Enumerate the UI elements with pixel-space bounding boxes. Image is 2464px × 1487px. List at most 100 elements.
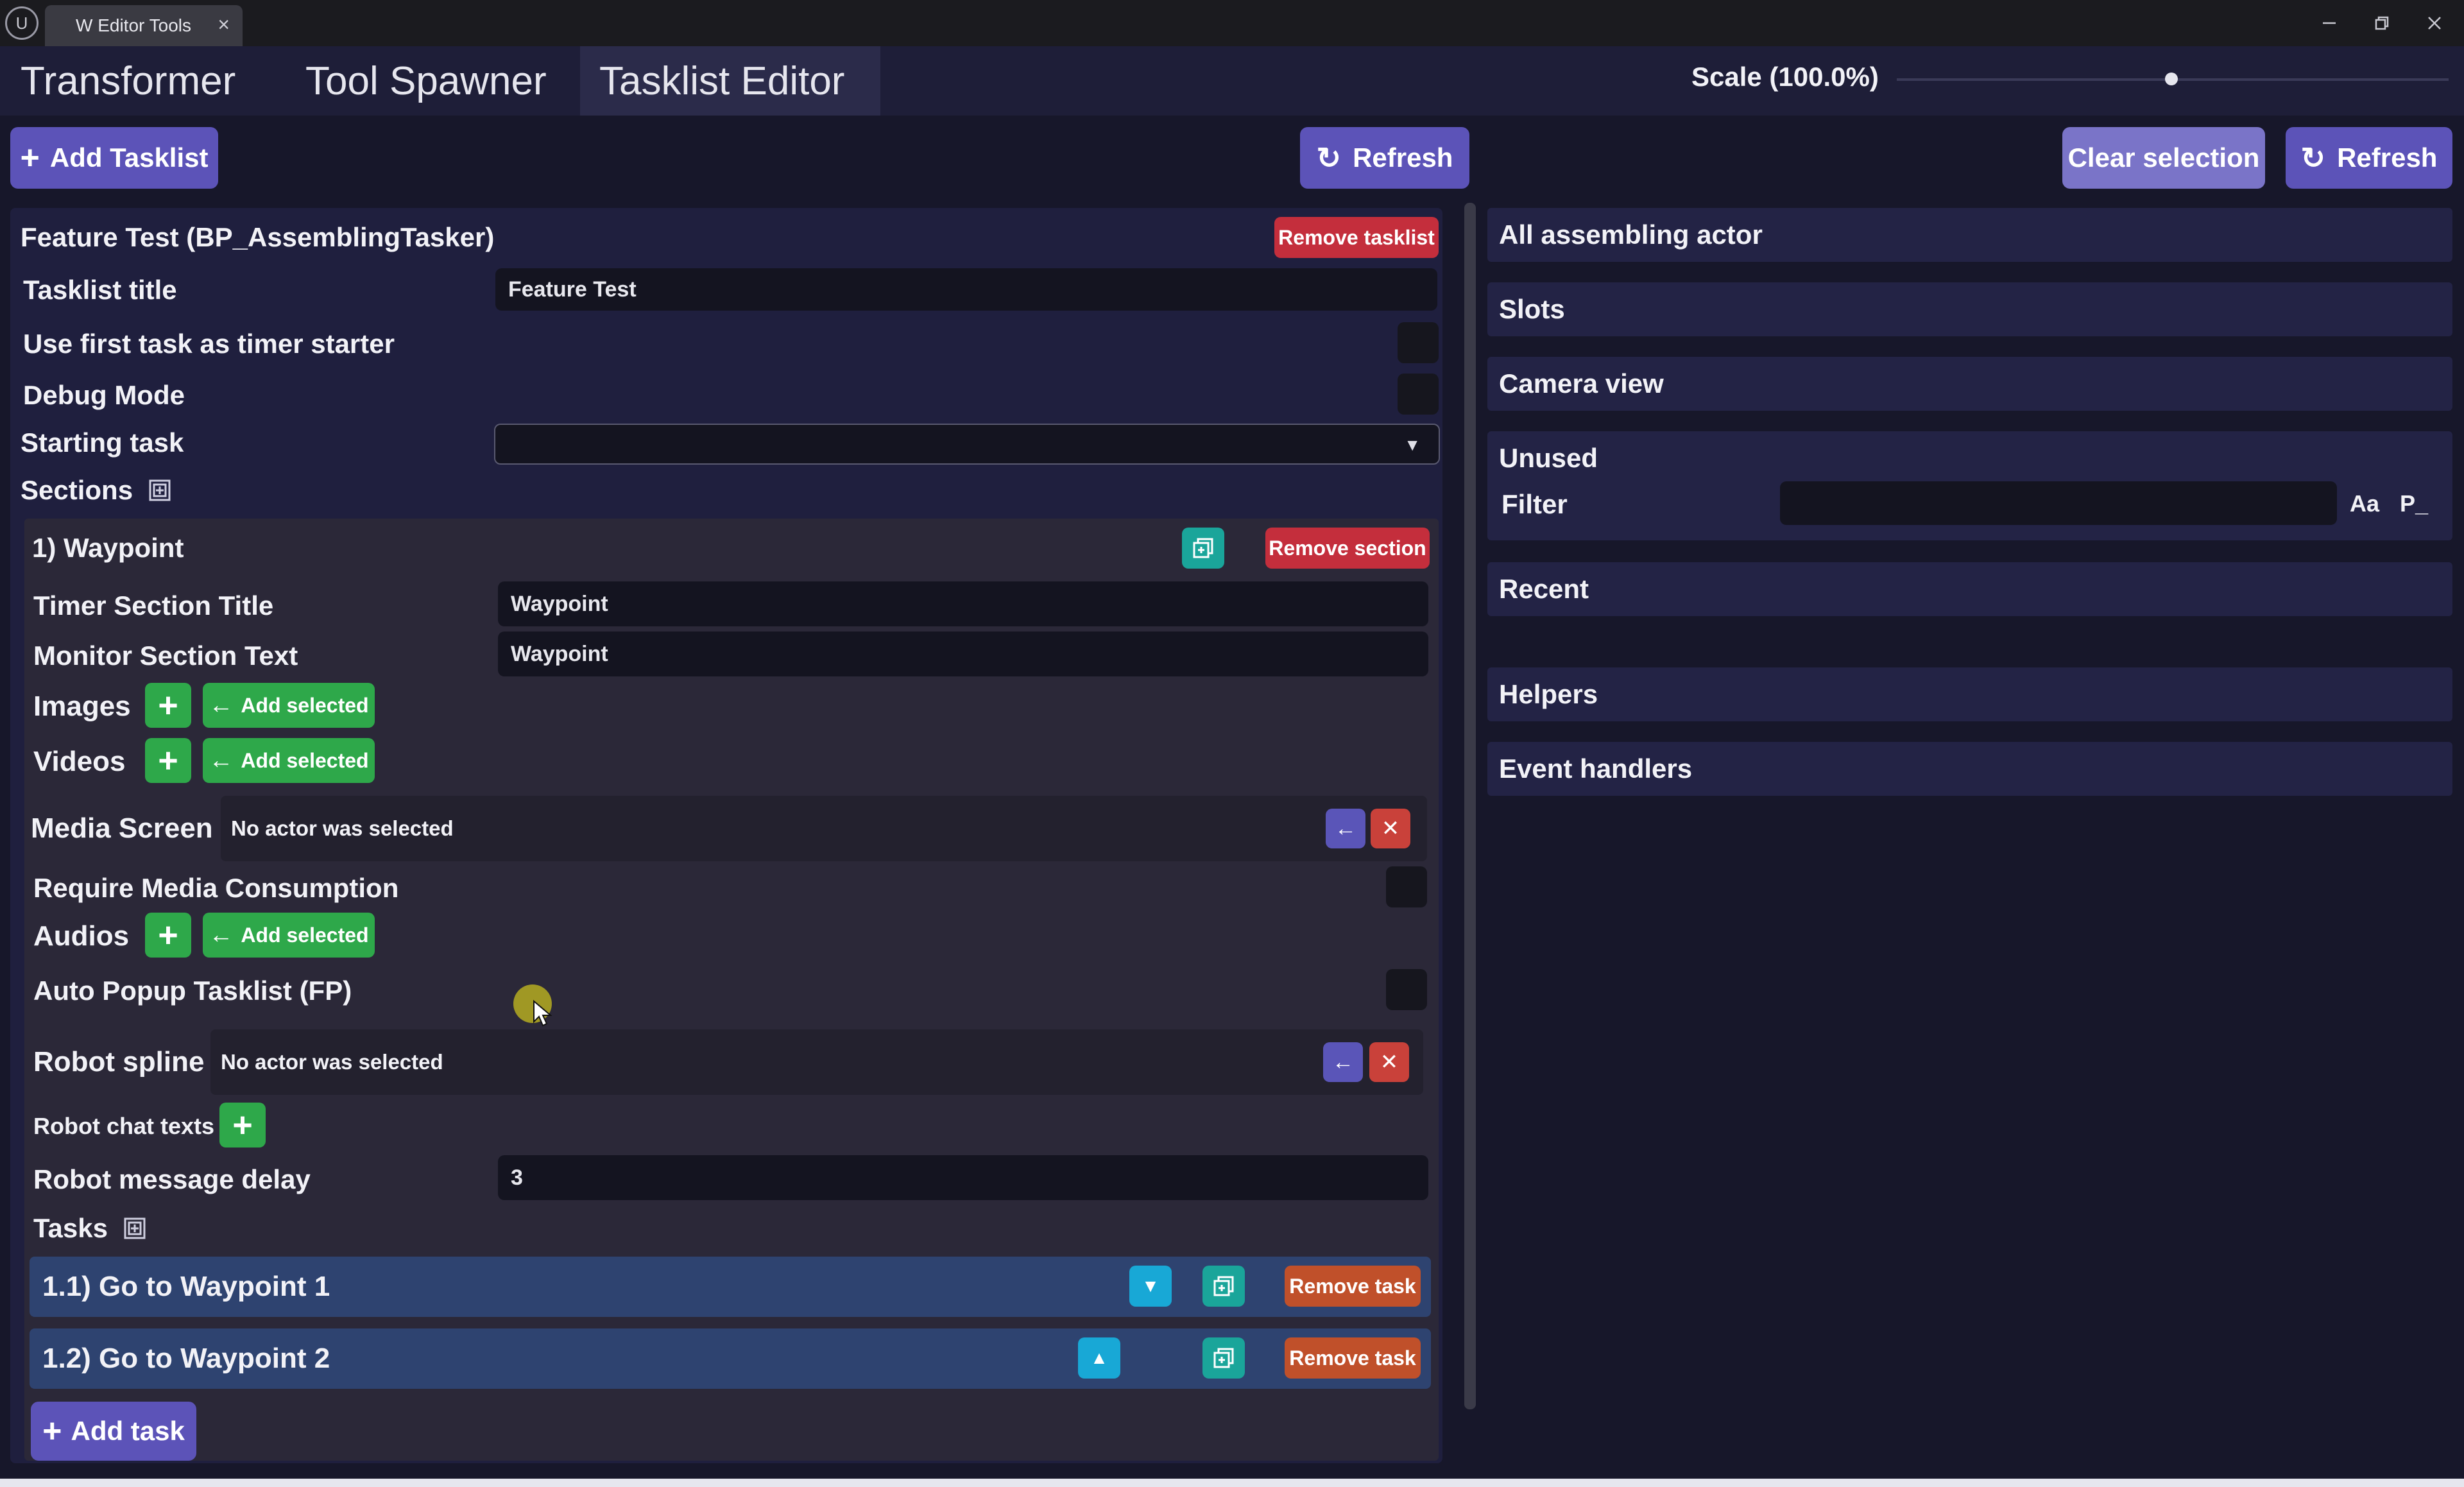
robot-spline-clear-button[interactable]: ✕ — [1369, 1042, 1409, 1082]
refresh-icon: ↻ — [2300, 141, 2326, 175]
starting-task-select[interactable]: ▼ — [494, 424, 1440, 465]
add-tasklist-button[interactable]: + Add Tasklist — [10, 127, 218, 189]
debug-mode-checkbox[interactable] — [1398, 374, 1439, 415]
monitor-section-text-input[interactable]: Waypoint — [498, 632, 1428, 676]
robot-spline-value: No actor was selected — [221, 1050, 443, 1074]
chevron-down-icon: ▼ — [1142, 1276, 1159, 1296]
duplicate-icon — [1193, 538, 1213, 558]
require-media-checkbox[interactable] — [1386, 866, 1427, 907]
restore-icon[interactable] — [2363, 6, 2401, 40]
window-bottom-edge — [0, 1479, 2464, 1487]
auto-popup-label: Auto Popup Tasklist (FP) — [33, 976, 352, 1006]
tasks-header: Tasks — [33, 1213, 146, 1244]
images-label: Images — [33, 691, 131, 722]
move-task-up-button[interactable]: ▲ — [1078, 1337, 1120, 1379]
duplicate-task-button[interactable] — [1202, 1266, 1245, 1307]
media-screen-label: Media Screen — [31, 812, 213, 844]
timer-section-title-input[interactable]: Waypoint — [498, 581, 1428, 626]
tasklist-title-input[interactable]: Feature Test — [495, 268, 1437, 311]
videos-add-selected-button[interactable]: ← Add selected — [203, 738, 375, 783]
refresh-left-button[interactable]: ↻ Refresh — [1300, 127, 1469, 189]
arrow-left-icon: ← — [209, 746, 234, 774]
timer-starter-checkbox[interactable] — [1398, 322, 1439, 363]
left-scrollbar[interactable] — [1464, 203, 1476, 1409]
remove-task-button[interactable]: Remove task — [1285, 1266, 1421, 1307]
task-label: 1.1) Go to Waypoint 1 — [42, 1271, 330, 1302]
all-assembling-actor-item[interactable]: All assembling actor — [1487, 208, 2452, 262]
plus-icon: + — [20, 139, 40, 176]
tasks-collapse-icon[interactable] — [123, 1217, 146, 1240]
filter-input[interactable] — [1780, 481, 2337, 525]
window-tab-title: W Editor Tools — [76, 15, 191, 35]
sections-header: Sections — [21, 475, 171, 506]
timer-starter-label: Use first task as timer starter — [23, 329, 395, 359]
tasklist-title-label: Tasklist title — [23, 275, 177, 305]
scale-label: Scale (100.0%) — [1691, 62, 1879, 92]
robot-spline-pick-button[interactable]: ← — [1323, 1042, 1363, 1082]
remove-tasklist-button[interactable]: Remove tasklist — [1274, 217, 1439, 258]
ue-logo-icon: U — [5, 6, 38, 40]
add-image-button[interactable]: + — [145, 683, 191, 728]
timer-section-title-label: Timer Section Title — [33, 590, 274, 621]
duplicate-icon — [1213, 1276, 1234, 1296]
close-icon: ✕ — [1381, 816, 1400, 841]
media-screen-clear-button[interactable]: ✕ — [1371, 809, 1410, 848]
arrow-left-icon: ← — [1335, 816, 1356, 841]
scale-slider-thumb[interactable] — [2165, 73, 2178, 85]
unused-label: Unused — [1499, 443, 1598, 473]
remove-section-button[interactable]: Remove section — [1265, 528, 1430, 569]
duplicate-section-button[interactable] — [1182, 528, 1224, 569]
arrow-left-icon: ← — [209, 921, 234, 949]
starting-task-label: Starting task — [21, 427, 184, 458]
section-header: 1) Waypoint — [32, 533, 184, 563]
robot-delay-input[interactable]: 3 — [498, 1155, 1428, 1200]
refresh-right-button[interactable]: ↻ Refresh — [2286, 127, 2452, 189]
images-add-selected-button[interactable]: ← Add selected — [203, 683, 375, 728]
plus-icon: + — [158, 916, 178, 954]
remove-task-button[interactable]: Remove task — [1285, 1337, 1421, 1379]
filter-label: Filter — [1502, 489, 1568, 519]
audios-label: Audios — [33, 920, 130, 952]
duplicate-task-button[interactable] — [1202, 1337, 1245, 1379]
robot-chat-label: Robot chat texts — [33, 1113, 215, 1139]
duplicate-icon — [1213, 1348, 1234, 1368]
robot-spline-label: Robot spline — [33, 1046, 205, 1078]
tab-tool-spawner[interactable]: Tool Spawner — [296, 46, 566, 116]
add-robot-chat-button[interactable]: + — [219, 1103, 266, 1147]
move-task-down-button[interactable]: ▼ — [1129, 1266, 1172, 1307]
minimize-icon[interactable] — [2310, 6, 2348, 40]
camera-view-item[interactable]: Camera view — [1487, 357, 2452, 411]
plus-icon: + — [158, 686, 178, 725]
tab-tasklist-editor[interactable]: Tasklist Editor — [580, 46, 880, 116]
monitor-section-text-label: Monitor Section Text — [33, 640, 298, 671]
tab-transformer[interactable]: Transformer — [12, 46, 281, 116]
close-icon: ✕ — [1380, 1050, 1399, 1074]
window-title-bar — [0, 0, 2464, 46]
auto-popup-checkbox[interactable] — [1386, 969, 1427, 1010]
helpers-item[interactable]: Helpers — [1487, 667, 2452, 721]
arrow-left-icon: ← — [209, 691, 234, 719]
window-tab[interactable]: W Editor Tools × — [45, 5, 243, 46]
recent-item[interactable]: Recent — [1487, 562, 2452, 616]
mouse-cursor-icon — [533, 1000, 552, 1027]
slots-item[interactable]: Slots — [1487, 282, 2452, 336]
audios-add-selected-button[interactable]: ← Add selected — [203, 913, 375, 958]
sections-collapse-icon[interactable] — [148, 479, 171, 502]
clear-selection-button[interactable]: Clear selection — [2062, 127, 2265, 189]
videos-label: Videos — [33, 746, 126, 777]
tab-close-icon[interactable]: × — [218, 13, 230, 37]
close-icon[interactable] — [2415, 6, 2454, 40]
plus-icon: + — [232, 1106, 253, 1144]
add-video-button[interactable]: + — [145, 738, 191, 783]
match-case-toggle[interactable]: Aa — [2350, 490, 2379, 517]
robot-delay-label: Robot message delay — [33, 1164, 311, 1194]
media-screen-pick-button[interactable]: ← — [1326, 809, 1365, 848]
debug-mode-label: Debug Mode — [23, 380, 185, 410]
event-handlers-item[interactable]: Event handlers — [1487, 742, 2452, 796]
refresh-icon: ↻ — [1316, 141, 1342, 175]
add-task-button[interactable]: + Add task — [31, 1402, 196, 1461]
add-audio-button[interactable]: + — [145, 913, 191, 958]
path-toggle[interactable]: P_ — [2400, 490, 2428, 517]
dropdown-arrow-icon: ▼ — [1404, 435, 1421, 454]
task-label: 1.2) Go to Waypoint 2 — [42, 1343, 330, 1374]
